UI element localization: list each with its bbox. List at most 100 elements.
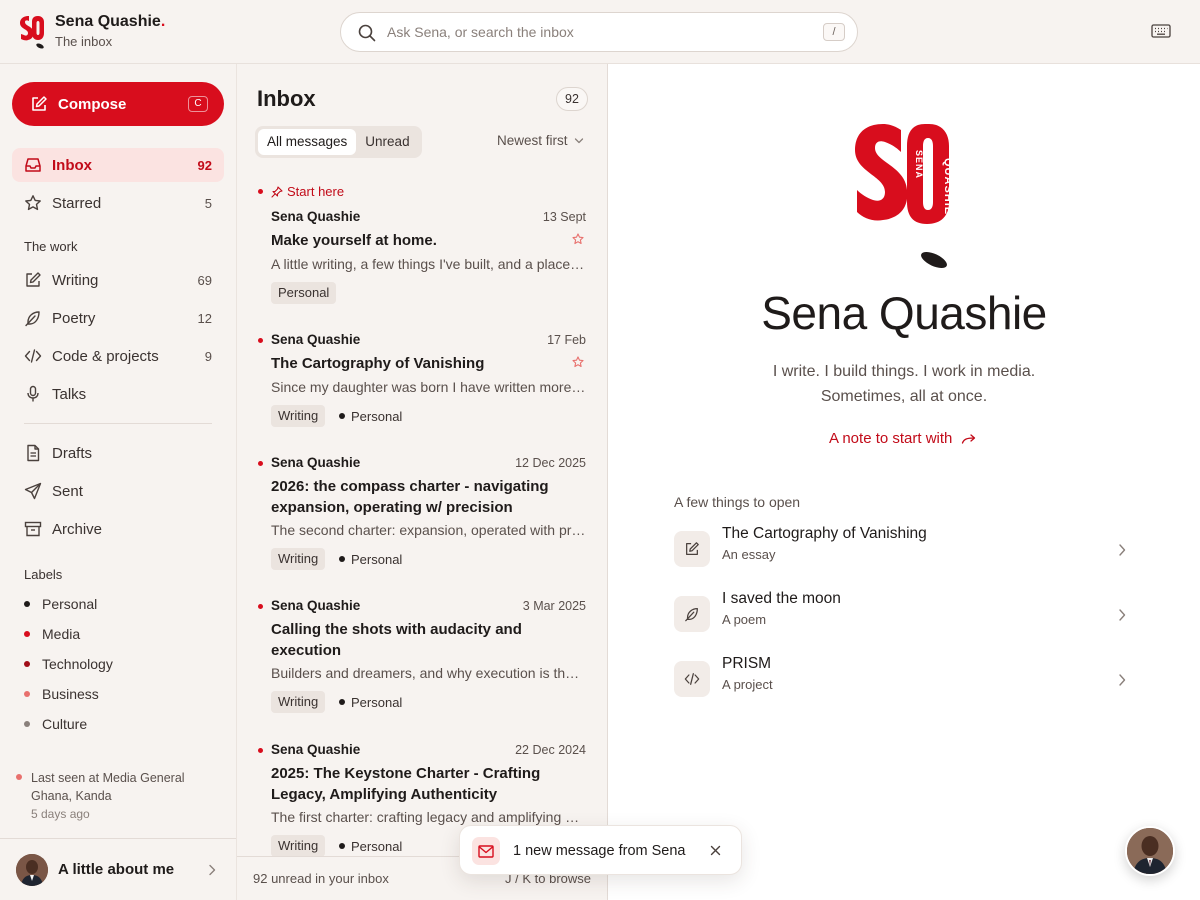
open-item-title: I saved the moon: [722, 590, 841, 607]
svg-text:QUASHIE: QUASHIE: [942, 158, 954, 215]
archive-icon: [24, 521, 42, 537]
sidebar-item-code-projects[interactable]: Code & projects 9: [12, 339, 224, 373]
reading-pane: QUASHIE SENA Sena Quashie I write. I bui…: [608, 64, 1200, 900]
filter-unread[interactable]: Unread: [356, 129, 418, 155]
hero-name: Sena Quashie: [761, 287, 1047, 339]
sidebar-item-label: Drafts: [52, 444, 93, 462]
avatar-portrait-icon: [1127, 828, 1173, 874]
message-item[interactable]: Sena Quashie 12 Dec 2025 2026: the compa…: [237, 455, 607, 577]
message-date: 3 Mar 2025: [522, 599, 586, 613]
divider: [24, 423, 212, 424]
last-seen-status: Last seen at Media General Ghana, Kanda …: [16, 769, 216, 821]
chevron-right-icon: [1119, 544, 1126, 556]
message-item[interactable]: Start here Sena Quashie 13 Sept Make you…: [237, 184, 607, 306]
compose-shortcut: C: [188, 96, 208, 112]
toast-text: 1 new message from Sena: [513, 843, 686, 859]
avatar-portrait-icon: [16, 853, 48, 886]
chevron-down-icon: [574, 137, 583, 143]
close-icon[interactable]: [710, 845, 721, 856]
message-date: 13 Sept: [542, 210, 586, 224]
label-business[interactable]: Business: [24, 683, 99, 705]
sidebar-item-label: Archive: [52, 520, 103, 538]
section-title-labels: Labels: [24, 567, 63, 582]
sidebar-item-label: Writing: [52, 271, 99, 289]
sidebar-item-label: Poetry: [52, 309, 96, 327]
toast-icon-box: [472, 837, 500, 865]
hero-tagline-line-2: Sometimes, all at once.: [820, 388, 988, 405]
brand[interactable]: Sena Quashie. The inbox: [18, 12, 165, 51]
sort-dropdown[interactable]: Newest first: [497, 133, 584, 148]
label-dot: [24, 661, 30, 667]
sidebar-item-poetry[interactable]: Poetry 12: [12, 301, 224, 335]
file-icon: [27, 444, 40, 462]
inbox-count-badge: 92: [556, 87, 588, 111]
sidebar-item-inbox[interactable]: Inbox 92: [12, 148, 224, 182]
keyboard-icon[interactable]: [1151, 23, 1171, 39]
avatar: [16, 853, 48, 886]
compose-label: Compose: [58, 95, 127, 113]
start-note-link[interactable]: A note to start with: [829, 430, 977, 447]
label-tag-text: Personal: [351, 551, 403, 567]
compose-icon: [32, 96, 47, 111]
open-item-icon-box: [674, 596, 710, 632]
top-bar: Sena Quashie. The inbox /: [0, 0, 1200, 64]
open-item-icon-box: [674, 661, 710, 697]
sidebar-item-drafts[interactable]: Drafts: [12, 436, 224, 470]
brand-subtitle: The inbox: [55, 34, 113, 49]
message-preview: Since my daughter was born I have writte…: [271, 379, 586, 395]
open-item-subtitle: A poem: [722, 612, 767, 627]
open-item-essay[interactable]: The Cartography of Vanishing An essay: [674, 525, 1138, 587]
sidebar-item-archive[interactable]: Archive: [12, 512, 224, 546]
label-dot: [339, 699, 345, 705]
label-personal[interactable]: Personal: [24, 593, 97, 615]
inbox-title: Inbox: [257, 86, 316, 111]
sidebar: Compose C Inbox 92 Starred 5 The work Wr…: [0, 64, 236, 900]
feather-icon: [25, 311, 40, 327]
message-list: Inbox 92 All messages Unread Newest firs…: [236, 64, 608, 900]
new-message-toast[interactable]: 1 new message from Sena: [459, 825, 742, 875]
filter-segmented-control: All messages Unread: [255, 126, 422, 158]
unread-dot: [258, 189, 263, 194]
feather-icon: [685, 608, 698, 622]
sq-logo-icon: [20, 15, 44, 48]
label-culture[interactable]: Culture: [24, 713, 87, 735]
open-item-project[interactable]: PRISM A project: [674, 655, 1138, 717]
star-icon[interactable]: [572, 233, 584, 245]
sidebar-item-label: Inbox: [52, 156, 92, 174]
label-dot: [339, 413, 345, 419]
sidebar-item-talks[interactable]: Talks: [12, 377, 224, 411]
search-bar[interactable]: /: [340, 12, 858, 52]
compose-button[interactable]: Compose C: [12, 82, 224, 126]
label-technology[interactable]: Technology: [24, 653, 113, 675]
open-item-poem[interactable]: I saved the moon A poem: [674, 590, 1138, 652]
pin-label: Start here: [271, 184, 344, 199]
message-preview: The first charter: crafting legacy and a…: [271, 809, 586, 825]
sidebar-item-starred[interactable]: Starred 5: [12, 186, 224, 220]
sq-logo-large-icon: QUASHIE SENA: [855, 124, 954, 269]
message-date: 12 Dec 2025: [515, 456, 586, 470]
label-tag: Personal: [339, 835, 402, 856]
label-dot: [24, 601, 30, 607]
search-shortcut: /: [823, 23, 845, 41]
label-tag-text: Personal: [351, 838, 403, 854]
filter-all-messages[interactable]: All messages: [258, 129, 357, 155]
label-media[interactable]: Media: [24, 623, 80, 645]
sidebar-item-count: 5: [204, 195, 212, 211]
unread-dot: [258, 338, 263, 343]
message-subject: Calling the shots with audacity and exec…: [271, 621, 522, 659]
arrow-right-icon: [962, 433, 976, 444]
sidebar-item-writing[interactable]: Writing 69: [12, 263, 224, 297]
pin-icon: [271, 185, 283, 198]
message-item[interactable]: Sena Quashie 17 Feb The Cartography of V…: [237, 332, 607, 444]
label-text: Technology: [42, 656, 113, 672]
message-date: 22 Dec 2024: [515, 743, 586, 757]
star-icon[interactable]: [572, 356, 584, 368]
message-item[interactable]: Sena Quashie 3 Mar 2025 Calling the shot…: [237, 598, 607, 720]
brand-dot: .: [160, 13, 166, 30]
open-item-title: PRISM: [722, 655, 772, 672]
label-tag: Personal: [339, 548, 402, 570]
sidebar-item-sent[interactable]: Sent: [12, 474, 224, 508]
search-input[interactable]: [387, 13, 807, 51]
chat-avatar-button[interactable]: [1125, 826, 1175, 876]
about-me-button[interactable]: A little about me: [0, 838, 236, 900]
